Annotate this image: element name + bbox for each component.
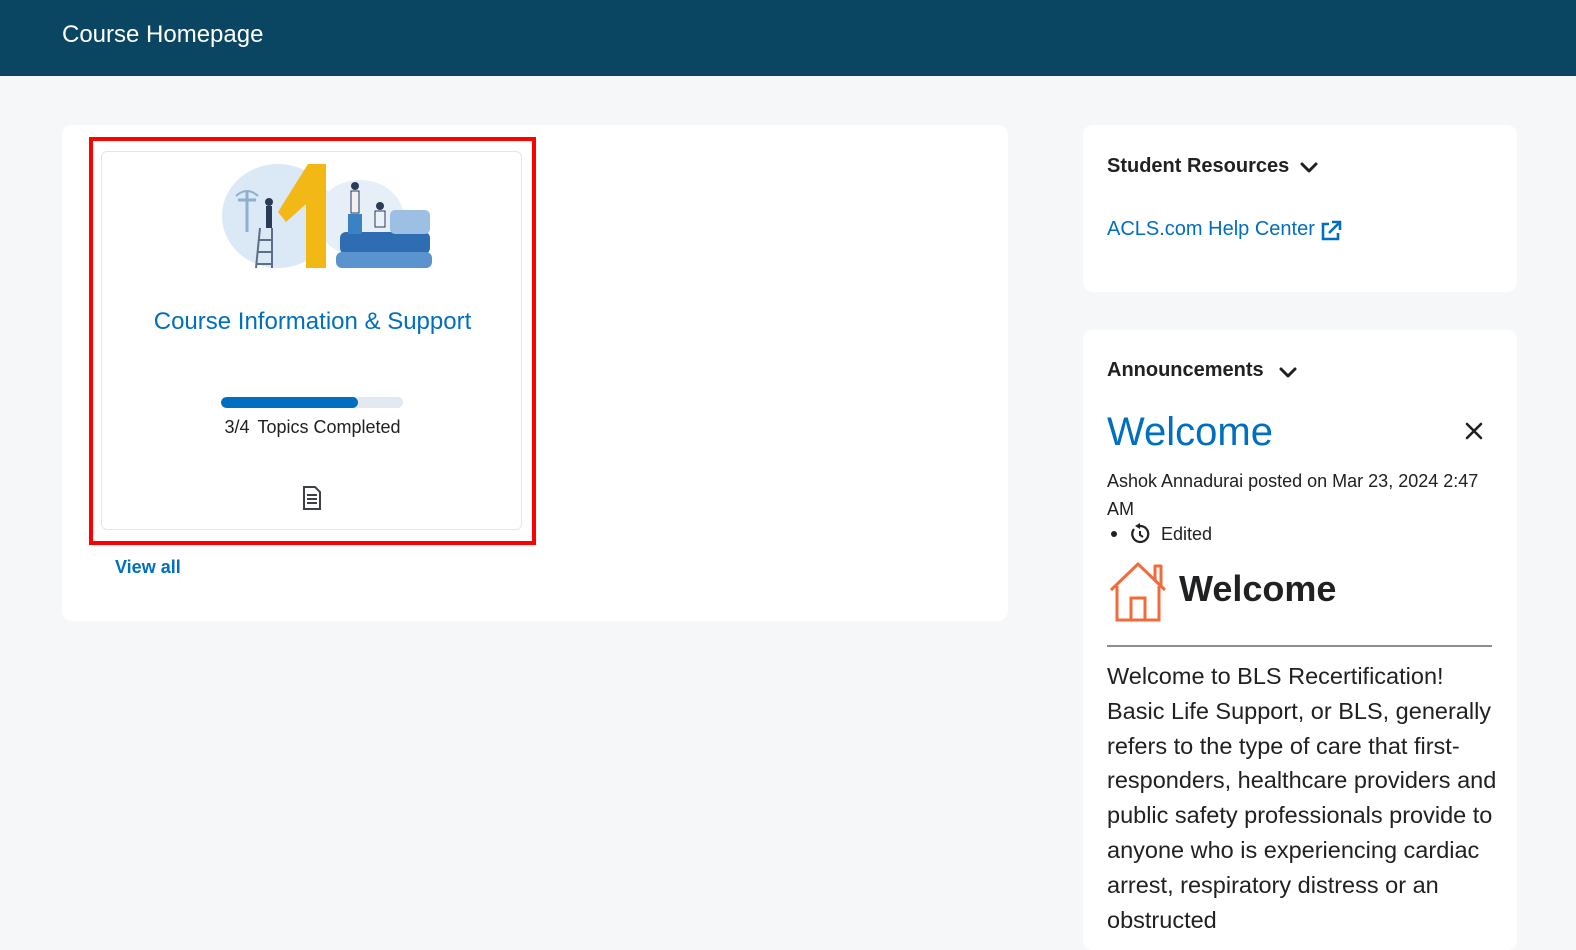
course-illustration-image [222,164,432,269]
top-bar: Course Homepage [0,0,1576,76]
progress-label: Topics Completed [257,417,401,437]
help-center-link[interactable]: ACLS.com Help Center [1107,218,1315,241]
announcements-heading: Announcements [1107,359,1264,381]
bullet [1111,531,1117,537]
external-link-icon[interactable] [1320,220,1342,242]
chevron-down-icon[interactable] [1278,366,1298,380]
view-all-link[interactable]: View all [115,557,181,578]
house-icon [1109,562,1167,622]
progress-bar-fill [221,397,358,408]
document-icon [303,486,321,510]
announcement-posted-info: Ashok Annadurai posted on Mar 23, 2024 2… [1107,471,1479,519]
student-resources-heading: Student Resources [1107,155,1290,177]
student-resources-widget: Student Resources ACLS.com Help Center [1083,125,1517,292]
announcement-title-link[interactable]: Welcome [1107,410,1273,455]
progress-fraction: 3/4 [224,417,250,437]
edited-label: Edited [1161,524,1213,544]
history-icon [1131,523,1150,544]
announcement-body-heading: Welcome [1179,568,1337,609]
divider [1107,645,1492,647]
page-title: Course Homepage [62,21,264,48]
announcement-body-text: Welcome to BLS Recertification! Basic Li… [1107,663,1497,933]
progress-text: 3/4 Topics Completed [102,417,523,438]
close-icon[interactable] [1465,422,1483,440]
course-info-card[interactable]: Course Information & Support 3/4 Topics C… [101,151,522,530]
announcements-widget: Announcements Welcome Ashok Annadurai po… [1083,330,1517,950]
progress-bar [221,397,403,408]
chevron-down-icon[interactable] [1299,161,1319,175]
card-title-link[interactable]: Course Information & Support [102,304,523,339]
